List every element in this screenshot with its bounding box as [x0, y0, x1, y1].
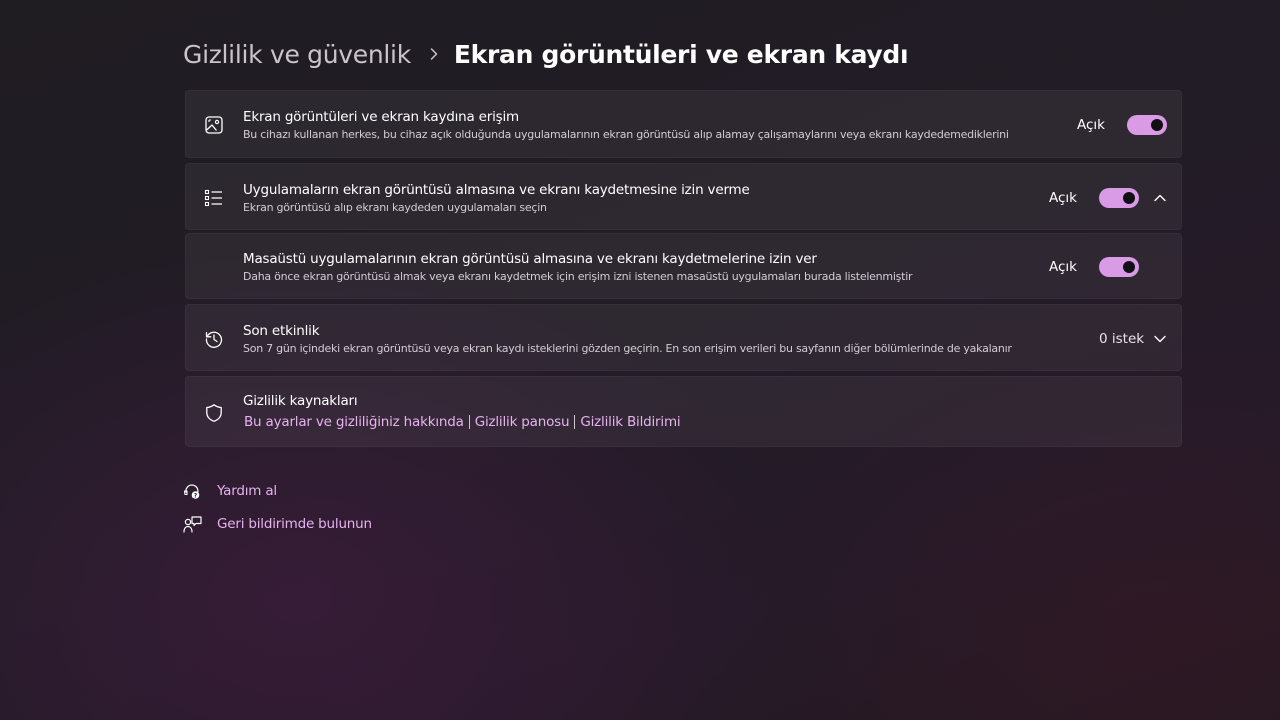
setting-title: Ekran görüntüleri ve ekran kaydına erişi… — [243, 109, 520, 125]
setting-description: Bu cihazı kullanan herkes, bu cihaz açık… — [243, 128, 1009, 141]
feedback-icon — [183, 515, 202, 534]
privacy-links: Bu ayarlar ve gizliliğiniz hakkında Gizl… — [244, 414, 681, 430]
setting-description: Daha önce ekran görüntüsü almak veya ekr… — [243, 270, 913, 283]
desktop-apps-access-toggle[interactable] — [1099, 257, 1139, 277]
setting-description: Ekran görüntüsü alıp ekranı kaydeden uyg… — [243, 201, 547, 214]
chevron-right-icon — [427, 47, 441, 61]
give-feedback-label: Geri bildirimde bulunun — [217, 516, 372, 532]
setting-title: Gizlilik kaynakları — [243, 393, 358, 409]
toggle-state-label: Açık — [1077, 117, 1105, 133]
setting-screenshot-access[interactable]: Ekran görüntüleri ve ekran kaydına erişi… — [185, 90, 1182, 158]
toggle-knob — [1123, 192, 1135, 204]
get-help-label: Yardım al — [217, 483, 277, 499]
link-divider — [468, 415, 470, 429]
setting-description: Son 7 gün içindeki ekran görüntüsü veya … — [243, 342, 1012, 355]
page-title: Ekran görüntüleri ve ekran kaydı — [453, 39, 909, 69]
get-help-link[interactable]: ? Yardım al — [183, 481, 277, 501]
link-privacy-statement[interactable]: Gizlilik Bildirimi — [580, 414, 680, 430]
shield-icon — [204, 403, 224, 423]
give-feedback-link[interactable]: Geri bildirimde bulunun — [183, 514, 372, 534]
link-divider — [574, 415, 576, 429]
privacy-resources-card: Gizlilik kaynakları Bu ayarlar ve gizlil… — [185, 376, 1182, 447]
breadcrumb: Gizlilik ve güvenlik Ekran görüntüleri v… — [183, 36, 909, 72]
list-icon — [204, 188, 224, 208]
history-icon — [204, 329, 224, 349]
screenshot-image-icon — [204, 115, 224, 135]
apps-access-toggle[interactable] — [1099, 188, 1139, 208]
toggle-knob — [1123, 261, 1135, 273]
toggle-state-label: Açık — [1049, 259, 1077, 275]
setting-recent-activity[interactable]: Son etkinlik Son 7 gün içindeki ekran gö… — [185, 304, 1182, 371]
setting-desktop-apps-access: Masaüstü uygulamalarının ekran görüntüsü… — [185, 233, 1182, 299]
toggle-knob — [1151, 119, 1163, 131]
setting-title: Son etkinlik — [243, 323, 320, 339]
request-count: 0 istek — [1099, 331, 1145, 347]
screenshot-access-toggle[interactable] — [1127, 115, 1167, 135]
link-privacy-dashboard[interactable]: Gizlilik panosu — [475, 414, 570, 430]
setting-title: Masaüstü uygulamalarının ekran görüntüsü… — [243, 251, 817, 267]
breadcrumb-parent[interactable]: Gizlilik ve güvenlik — [183, 40, 411, 69]
setting-title: Uygulamaların ekran görüntüsü almasına v… — [243, 182, 750, 198]
link-about-privacy[interactable]: Bu ayarlar ve gizliliğiniz hakkında — [244, 414, 464, 430]
svg-text:?: ? — [194, 492, 198, 499]
chevron-up-icon[interactable] — [1153, 191, 1167, 205]
help-icon: ? — [183, 482, 202, 501]
toggle-state-label: Açık — [1049, 190, 1077, 206]
setting-apps-access[interactable]: Uygulamaların ekran görüntüsü almasına v… — [185, 163, 1182, 230]
chevron-down-icon[interactable] — [1153, 332, 1167, 346]
